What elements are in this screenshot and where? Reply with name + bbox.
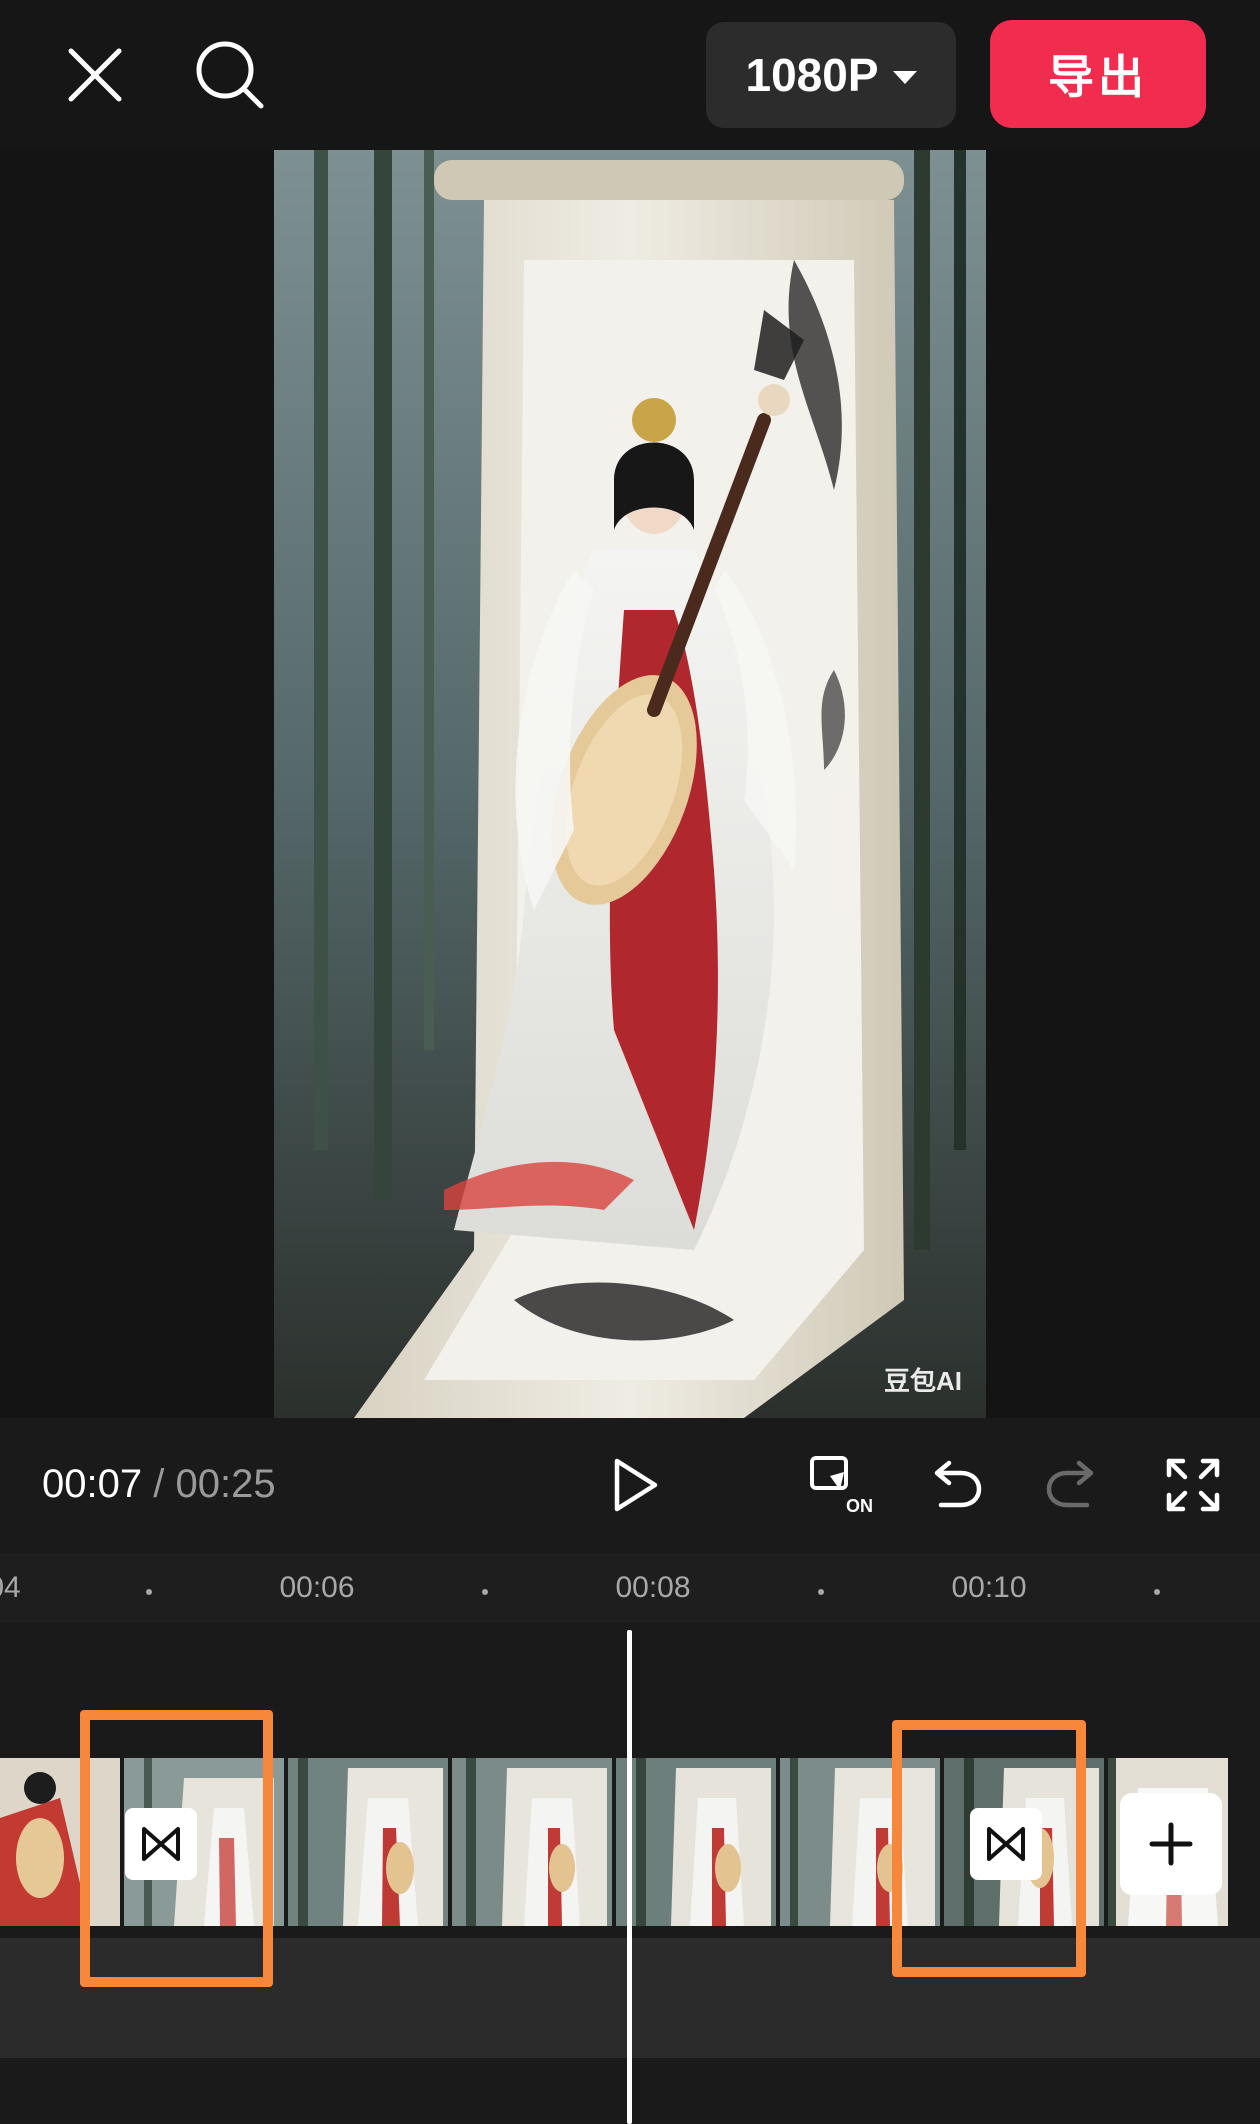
current-time: 00:07 bbox=[42, 1462, 143, 1506]
preview-image bbox=[274, 150, 986, 1418]
ruler-dot bbox=[146, 1589, 152, 1595]
play-button[interactable] bbox=[588, 1440, 678, 1530]
highlight-box bbox=[80, 1710, 273, 1987]
timecode: 00:07 / 00:25 bbox=[42, 1462, 276, 1507]
undo-icon bbox=[934, 1460, 982, 1508]
time-separator: / bbox=[153, 1462, 165, 1506]
clip-thumbnail[interactable] bbox=[288, 1758, 452, 1926]
chevron-down-icon bbox=[892, 70, 917, 84]
ruler-label: 00:08 bbox=[615, 1571, 691, 1604]
video-preview[interactable]: 豆包AI bbox=[274, 150, 986, 1418]
resolution-label: 1080P bbox=[745, 49, 879, 101]
ruler-dot bbox=[1154, 1589, 1160, 1595]
playback-controls: 00:07 / 00:25 ON bbox=[0, 1418, 1260, 1553]
preview-area: 豆包AI bbox=[0, 150, 1260, 1418]
watermark: 豆包AI bbox=[883, 1366, 962, 1396]
ruler-label: 00:10 bbox=[951, 1571, 1027, 1604]
ruler-dot bbox=[818, 1589, 824, 1595]
close-button[interactable] bbox=[55, 35, 135, 115]
clip-thumbnail[interactable] bbox=[452, 1758, 616, 1926]
undo-button[interactable] bbox=[910, 1440, 1000, 1530]
ruler-label: 04 bbox=[0, 1571, 21, 1604]
fullscreen-icon bbox=[1166, 1458, 1220, 1512]
export-button[interactable]: 导出 bbox=[990, 20, 1206, 128]
export-label: 导出 bbox=[1048, 51, 1148, 103]
clip-thumbnail[interactable] bbox=[616, 1758, 780, 1926]
keyframe-on-icon: ON bbox=[810, 1456, 873, 1516]
redo-icon bbox=[1046, 1460, 1094, 1508]
resolution-dropdown[interactable]: 1080P bbox=[706, 22, 956, 128]
fullscreen-button[interactable] bbox=[1148, 1440, 1238, 1530]
redo-button[interactable] bbox=[1028, 1440, 1118, 1530]
keyframe-badge: ON bbox=[846, 1496, 873, 1516]
search-icon bbox=[196, 41, 264, 109]
highlight-box bbox=[892, 1720, 1086, 1977]
ruler-dot bbox=[482, 1589, 488, 1595]
time-ruler[interactable]: 04 00:06 00:08 00:10 bbox=[0, 1553, 1260, 1623]
search-button[interactable] bbox=[185, 35, 275, 115]
plus-icon bbox=[1149, 1822, 1193, 1866]
add-clip-button[interactable] bbox=[1120, 1793, 1222, 1895]
ruler-label: 00:06 bbox=[279, 1571, 355, 1604]
total-time: 00:25 bbox=[175, 1462, 276, 1506]
playhead[interactable] bbox=[627, 1630, 632, 2124]
play-icon bbox=[614, 1458, 658, 1512]
keyframe-button[interactable]: ON bbox=[796, 1440, 886, 1530]
top-bar: 1080P 导出 bbox=[0, 0, 1260, 150]
close-icon bbox=[68, 48, 122, 102]
